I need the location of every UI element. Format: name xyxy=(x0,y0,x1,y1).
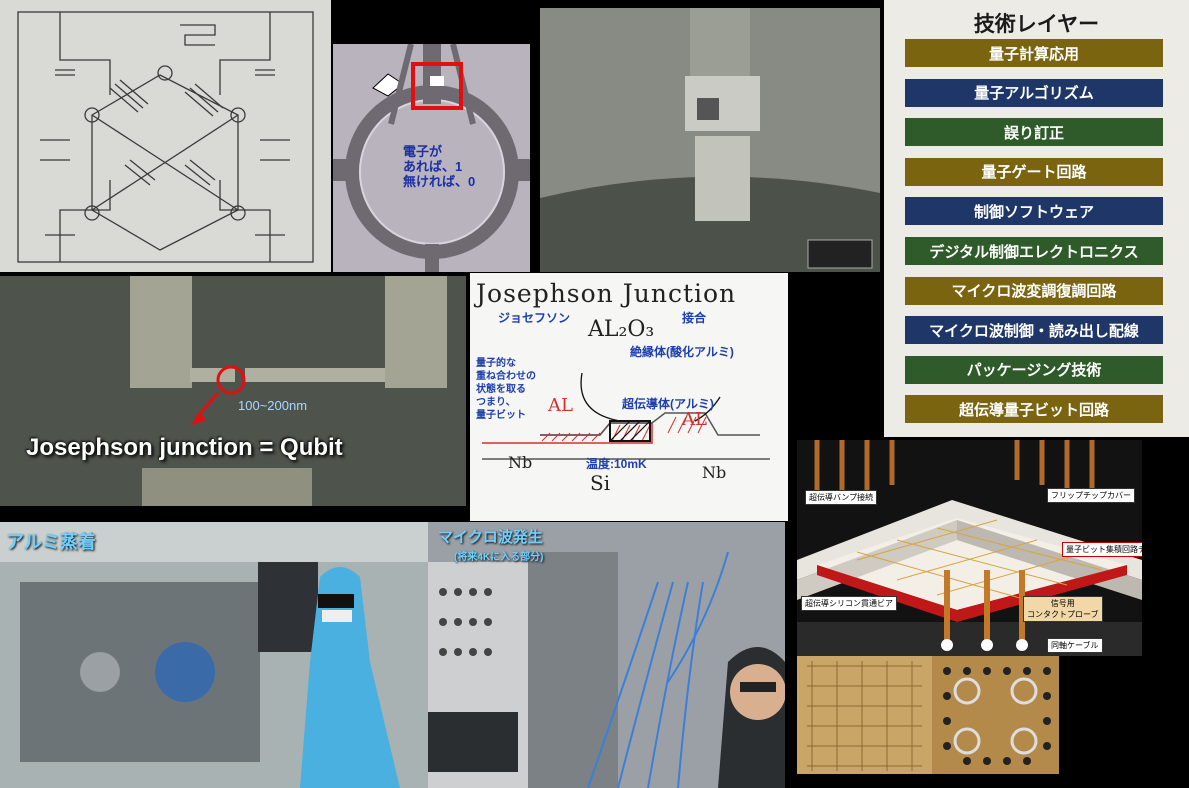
whiteboard: Josephson Junction ジョセフソン 接合 AL₂O₃ 絶縁体(酸… xyxy=(470,273,788,521)
si-label: Si xyxy=(590,471,611,495)
junction-title: Josephson junction = Qubit xyxy=(26,434,343,461)
al-left-label: AL xyxy=(548,395,573,416)
layer-item: マイクロ波制御・読み出し配線 xyxy=(905,316,1163,345)
layers-title: 技術レイヤー xyxy=(973,13,1100,36)
microwave-subcaption: (将来4Kに入る部分) xyxy=(454,552,544,563)
layer-item: パッケージング技術 xyxy=(905,355,1163,384)
electron-caption: 電子が あれば、1 無ければ、0 xyxy=(403,144,475,189)
board-heading: Josephson Junction xyxy=(476,279,737,308)
lab-scene xyxy=(0,522,428,788)
junction-ja: 接合 xyxy=(682,311,707,325)
probe-label-line-2: コンタクトプローブ xyxy=(1027,610,1099,619)
oxide-formula: AL₂O₃ xyxy=(588,317,655,342)
qubit-chip-label: 量子ビット集積回路チップ xyxy=(1062,542,1142,557)
lab-caption: アルミ蒸着 xyxy=(6,532,96,552)
nb-left-label: Nb xyxy=(508,453,533,472)
layer-item: マイクロ波変調復調回路 xyxy=(905,276,1163,305)
microwave-photo: マイクロ波発生 (将来4Kに入る部分) xyxy=(428,522,785,788)
superposition-line-4: つまり、 xyxy=(476,397,516,408)
superposition-line-3: 状態を取る xyxy=(476,384,526,395)
superposition-line-5: 量子ビット xyxy=(476,410,526,421)
sem-drawing xyxy=(540,8,880,272)
layer-item: 超伝導量子ビット回路 xyxy=(905,395,1163,424)
al-right-label: AL xyxy=(682,409,707,430)
layer-item: 量子ゲート回路 xyxy=(905,157,1163,186)
probe-label-line-1: 信号用 xyxy=(1050,599,1075,608)
bump-label: 超伝導バンプ接続 xyxy=(805,490,878,505)
temperature-label: 温度:10mK xyxy=(586,457,647,471)
chip-pattern-1 xyxy=(797,656,932,774)
superposition-line-1: 量子的な xyxy=(476,358,516,369)
insulator-label: 絶縁体(酸化アルミ) xyxy=(630,345,734,359)
flip-chip-label: フリップチップカバー xyxy=(1047,488,1135,503)
junction-drawing xyxy=(0,276,466,506)
package-render: 超伝導バンプ接続 フリップチップカバー 量子ビット集積回路チップ 超伝導シリコン… xyxy=(797,440,1142,656)
layer-item: 量子計算応用 xyxy=(905,39,1163,67)
tech-layers-panel: 技術レイヤー 量子計算応用 量子アルゴリズム 誤り訂正量子ゲート回路 制御ソフトウェア… xyxy=(884,0,1189,437)
caption-line-3: 無ければ、0 xyxy=(403,174,476,189)
layer-item: デジタル制御エレクトロニクス xyxy=(905,237,1163,265)
layer-item: 誤り訂正 xyxy=(905,118,1163,147)
chip-pattern-2 xyxy=(932,656,1059,774)
layer-item: 制御ソフトウェア xyxy=(905,197,1163,226)
coax-label: 同軸ケーブル xyxy=(1047,638,1103,653)
chip-photo-1 xyxy=(797,656,932,774)
superposition-note: 量子的な 重ね合わせの 状態を取る つまり、 量子ビット xyxy=(476,357,536,422)
qubit-optical-micrograph: 電子が あれば、1 無ければ、0 xyxy=(333,44,530,272)
microwave-caption: マイクロ波発生 xyxy=(438,529,543,546)
via-label: 超伝導シリコン貫通ビア xyxy=(801,596,897,611)
circuit-layout-drawing xyxy=(17,11,314,263)
lab-photo: アルミ蒸着 xyxy=(0,522,428,788)
chip-photo-2 xyxy=(932,656,1059,774)
superposition-line-2: 重ね合わせの xyxy=(476,371,536,382)
layer-item: 量子アルゴリズム xyxy=(905,78,1163,107)
caption-line-2: あれば、1 xyxy=(403,159,463,174)
circuit-layout-image xyxy=(0,0,331,272)
probe-label: 信号用 コンタクトプローブ xyxy=(1023,596,1103,622)
caption-line-1: 電子が xyxy=(403,144,443,159)
nb-right-label: Nb xyxy=(702,463,727,482)
size-label: 100~200nm xyxy=(238,398,308,413)
josephson-ja: ジョセフソン xyxy=(498,311,571,325)
sem-image xyxy=(540,8,880,272)
junction-micrograph xyxy=(0,276,466,506)
